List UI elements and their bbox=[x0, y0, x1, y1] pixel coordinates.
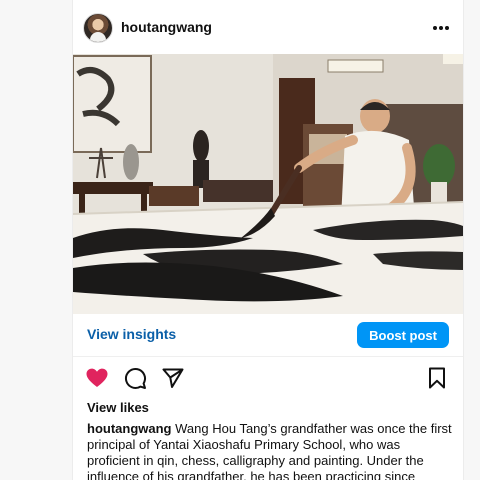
statue bbox=[193, 130, 209, 162]
heart-svg bbox=[86, 368, 108, 387]
side-table bbox=[73, 182, 153, 194]
wooden-chair bbox=[149, 186, 199, 206]
comment-svg bbox=[124, 367, 146, 389]
post-username[interactable]: houtangwang bbox=[121, 19, 212, 35]
more-dot bbox=[433, 26, 437, 30]
view-insights-link[interactable]: View insights bbox=[87, 326, 176, 342]
view-likes-link[interactable]: View likes bbox=[87, 400, 149, 415]
avatar-shirt bbox=[90, 32, 106, 42]
post-photo[interactable] bbox=[73, 54, 463, 314]
send-icon[interactable] bbox=[161, 366, 185, 390]
page-background: houtangwang View insights Boost post Vie… bbox=[0, 0, 480, 480]
comment-icon[interactable] bbox=[123, 366, 147, 390]
plant-leaves bbox=[423, 144, 455, 188]
ceiling-light bbox=[443, 54, 463, 64]
desk bbox=[203, 180, 273, 202]
ceiling-light bbox=[327, 59, 384, 73]
more-dot bbox=[439, 26, 443, 30]
more-horizontal-icon[interactable] bbox=[431, 18, 451, 38]
boost-post-button[interactable]: Boost post bbox=[357, 322, 449, 348]
bookmark-icon[interactable] bbox=[425, 366, 449, 390]
heart-filled-icon[interactable] bbox=[85, 366, 109, 390]
vase bbox=[123, 144, 139, 180]
caption-username[interactable]: houtangwang bbox=[87, 421, 172, 436]
insights-bar: View insights Boost post bbox=[73, 314, 463, 357]
post-actions bbox=[73, 362, 463, 394]
send-plane bbox=[162, 368, 184, 388]
comment-bubble bbox=[124, 367, 146, 389]
calligraphy-scene bbox=[73, 54, 463, 314]
bookmark-svg bbox=[429, 367, 445, 389]
more-dot bbox=[445, 26, 449, 30]
avatar[interactable] bbox=[83, 13, 113, 43]
heart-shape bbox=[86, 368, 108, 387]
post-header: houtangwang bbox=[73, 0, 463, 56]
post-caption: houtangwang Wang Hou Tang’s grandfather … bbox=[87, 421, 453, 480]
post-card: houtangwang View insights Boost post Vie… bbox=[72, 0, 464, 480]
bookmark-shape bbox=[429, 367, 445, 389]
send-svg bbox=[162, 368, 184, 388]
